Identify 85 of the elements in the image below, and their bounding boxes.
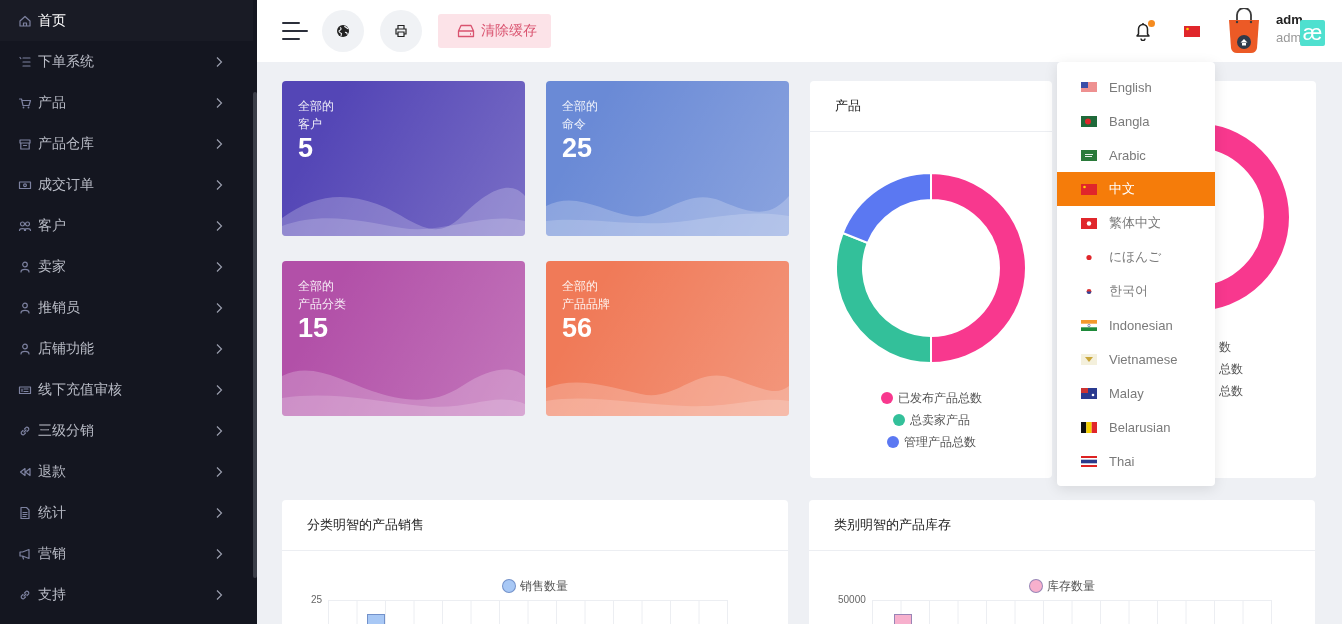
printer-icon [394,24,408,38]
sidebar-item[interactable]: 统计 [0,492,253,533]
stat-value: 15 [298,313,329,343]
flag-icon [1081,81,1097,93]
language-option[interactable]: Belarusian [1057,410,1215,444]
sidebar-item[interactable]: 退款 [0,451,253,492]
axis-tick-label: 50000 [838,595,866,605]
sidebar-item[interactable]: 线下充值审核 [0,369,253,410]
flag-icon [1081,115,1097,127]
user-role: adm [1276,29,1302,47]
sidebar-item[interactable]: 卖家 [0,246,253,287]
language-option[interactable]: 繁体中文 [1057,206,1215,240]
flag-icon [1081,319,1097,331]
card-title: 类别明智的产品库存 [809,500,1315,551]
user-icon [18,300,32,315]
user-icon [18,341,32,356]
sidebar-item[interactable]: 首页 [0,0,253,41]
list-icon [18,54,32,69]
language-option[interactable]: Indonesian [1057,308,1215,342]
legend-label: 数 [1219,339,1231,356]
stat-caption: 全部的 [562,98,598,115]
flag-icon [1081,183,1097,195]
scrollbar[interactable] [253,92,257,578]
language-option[interactable]: Malay [1057,376,1215,410]
sidebar-item[interactable]: 下单系统 [0,41,253,82]
card-title: 产品 [810,81,1052,132]
sidebar-item[interactable]: 客户 [0,205,253,246]
user-icon [18,259,32,274]
flag-icon [1081,217,1097,229]
drive-icon [457,24,475,38]
stat-caption: 全部的 [298,98,334,115]
menu-icon[interactable] [282,20,308,42]
document-icon [18,505,32,520]
language-option[interactable]: にほんご [1057,240,1215,274]
language-option[interactable]: Bangla [1057,104,1215,138]
legend-label: 总卖家产品 [909,412,970,429]
language-option[interactable]: Thai [1057,444,1215,478]
bar [367,614,385,624]
sidebar-item[interactable]: 三级分销 [0,410,253,451]
flag-icon [1081,455,1097,467]
sidebar-item[interactable]: 支持 [0,574,253,615]
legend-label: 管理产品总数 [903,434,976,451]
cart-icon [18,95,32,110]
sidebar-item[interactable]: 店铺功能 [0,328,253,369]
legend-label: 总数 [1219,361,1243,378]
stat-caption: 全部的 [298,278,334,295]
users-icon [18,218,32,233]
language-option[interactable]: Arabic [1057,138,1215,172]
globe-button[interactable] [322,10,364,52]
stat-caption: 全部的 [562,278,598,295]
stat-value: 56 [562,313,593,343]
flag-icon [1081,421,1097,433]
legend-label: 总数 [1219,383,1243,400]
stat-label: 产品品牌 [562,296,610,313]
stat-label: 产品分类 [298,296,346,313]
axis-tick-label: 25 [311,595,323,605]
bar [894,614,912,624]
card-title: 分类明智的产品销售 [282,500,788,551]
logo: æ [1300,20,1325,46]
bell-icon[interactable] [1134,21,1152,41]
sidebar-item[interactable]: 推销员 [0,287,253,328]
globe-icon [336,24,350,38]
legend-label: 库存数量 [1047,578,1095,595]
legend-label: 已发布产品总数 [897,390,982,407]
stat-label: 命令 [562,116,586,133]
stat-value: 25 [562,133,593,163]
sidebar-item[interactable]: 产品仓库 [0,123,253,164]
language-option[interactable]: 한국어 [1057,274,1215,308]
drawer-icon [18,136,32,151]
flag-icon[interactable] [1184,25,1200,37]
stat-value: 5 [298,133,314,163]
language-option[interactable]: Vietnamese [1057,342,1215,376]
sidebar-item[interactable]: 产品 [0,82,253,123]
language-option[interactable]: English [1057,70,1215,104]
home-icon [18,13,32,28]
legend-label: 销售数量 [520,578,568,595]
stat-label: 客户 [298,116,322,133]
print-button[interactable] [380,10,422,52]
flag-icon [1081,387,1097,399]
megaphone-icon [18,546,32,561]
sidebar-item[interactable]: 营销 [0,533,253,574]
flag-icon [1081,149,1097,161]
sidebar-item[interactable]: 成交订单 [0,164,253,205]
flag-icon [1081,353,1097,365]
shopping-bag-icon [1226,8,1262,54]
